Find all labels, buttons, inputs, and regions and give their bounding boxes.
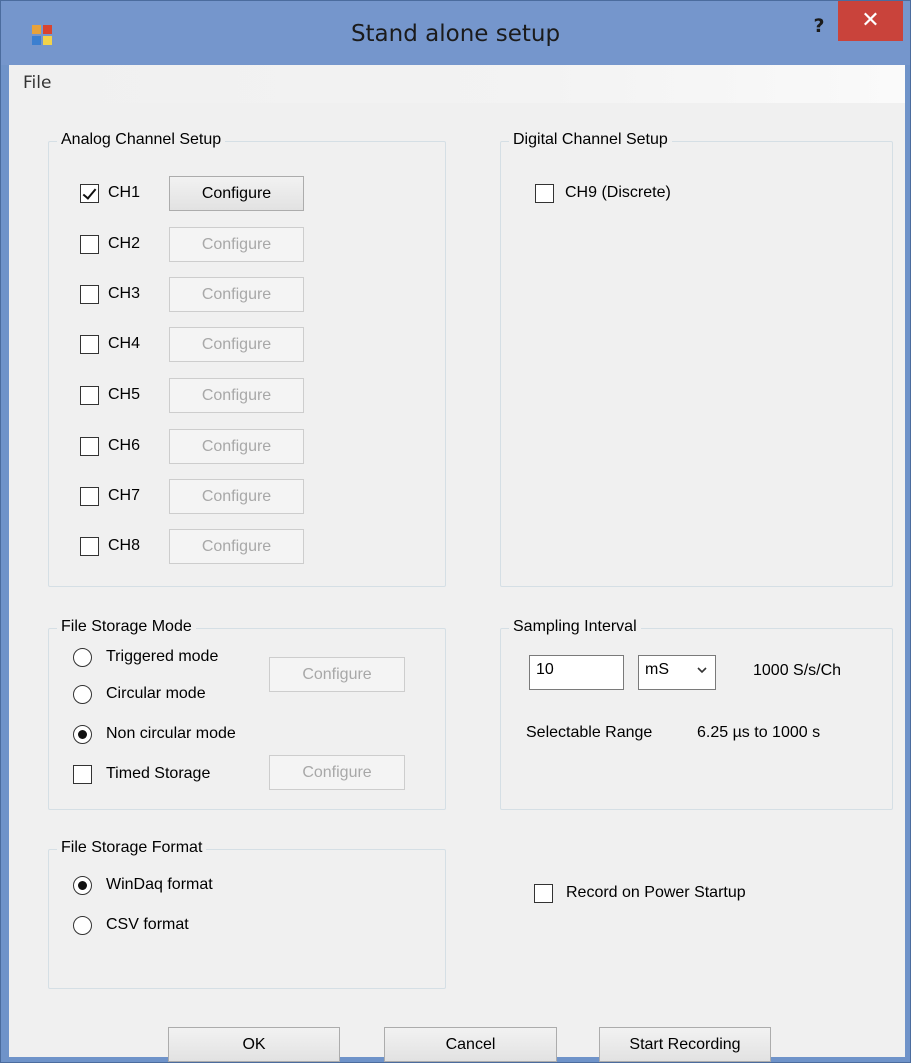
timed-storage-checkbox[interactable] bbox=[73, 765, 92, 784]
channel-label-2: CH2 bbox=[108, 235, 141, 252]
channel-checkbox-7[interactable] bbox=[80, 487, 99, 506]
channel-label-6: CH6 bbox=[108, 437, 141, 454]
channel-checkbox-6[interactable] bbox=[80, 437, 99, 456]
file-storage-mode-title: File Storage Mode bbox=[57, 618, 196, 636]
channel-checkbox-4[interactable] bbox=[80, 335, 99, 354]
non-circular-mode-label: Non circular mode bbox=[106, 725, 236, 742]
start-recording-button[interactable]: Start Recording bbox=[599, 1027, 771, 1062]
dialog-window: Stand alone setup ? ✕ File Analog Channe… bbox=[0, 0, 911, 1063]
analog-channel-title: Analog Channel Setup bbox=[57, 131, 226, 149]
channel-configure-button-2[interactable]: Configure bbox=[169, 227, 304, 262]
record-on-power-startup-label: Record on Power Startup bbox=[566, 884, 746, 901]
dialog-client-area: File Analog Channel Setup CH1 Configure CH… bbox=[9, 65, 905, 1062]
file-storage-format-title: File Storage Format bbox=[57, 839, 207, 857]
channel-configure-button-1[interactable]: Configure bbox=[169, 176, 304, 211]
channel-label-8: CH8 bbox=[108, 537, 141, 554]
channel-configure-button-7[interactable]: Configure bbox=[169, 479, 304, 514]
channel-label-1: CH1 bbox=[108, 184, 141, 201]
channel-configure-button-5[interactable]: Configure bbox=[169, 378, 304, 413]
selectable-range-value: 6.25 µs to 1000 s bbox=[697, 724, 821, 741]
sampling-interval-title: Sampling Interval bbox=[509, 618, 641, 636]
channel-checkbox-5[interactable] bbox=[80, 386, 99, 405]
triggered-mode-radio[interactable] bbox=[73, 648, 92, 667]
selectable-range-label: Selectable Range bbox=[526, 724, 653, 741]
help-button[interactable]: ? bbox=[807, 11, 831, 41]
timed-storage-label: Timed Storage bbox=[106, 765, 211, 782]
sampling-interval-group: Sampling Interval 10 mS 1000 S/s/Ch Sele… bbox=[500, 618, 893, 810]
ch9-label: CH9 (Discrete) bbox=[565, 184, 671, 201]
csv-format-label: CSV format bbox=[106, 916, 189, 933]
channel-label-7: CH7 bbox=[108, 487, 141, 504]
menu-file[interactable]: File bbox=[23, 73, 51, 93]
ok-button[interactable]: OK bbox=[168, 1027, 340, 1062]
digital-channel-title: Digital Channel Setup bbox=[509, 131, 672, 149]
record-on-power-startup-checkbox[interactable] bbox=[534, 884, 553, 903]
channel-checkbox-2[interactable] bbox=[80, 235, 99, 254]
csv-format-radio[interactable] bbox=[73, 916, 92, 935]
non-circular-mode-radio[interactable] bbox=[73, 725, 92, 744]
file-storage-format-group: File Storage Format WinDaq format CSV fo… bbox=[48, 839, 446, 989]
sampling-interval-input[interactable]: 10 bbox=[529, 655, 624, 690]
channel-label-4: CH4 bbox=[108, 335, 141, 352]
digital-channel-group: Digital Channel Setup CH9 (Discrete) bbox=[500, 131, 893, 587]
channel-configure-button-4[interactable]: Configure bbox=[169, 327, 304, 362]
timed-configure-button[interactable]: Configure bbox=[269, 755, 405, 790]
analog-channel-group: Analog Channel Setup CH1 Configure CH2 Conf… bbox=[48, 131, 446, 587]
chevron-down-icon bbox=[697, 667, 707, 674]
file-storage-mode-group: File Storage Mode Triggered mode Circula… bbox=[48, 618, 446, 810]
channel-checkbox-3[interactable] bbox=[80, 285, 99, 304]
circular-mode-radio[interactable] bbox=[73, 685, 92, 704]
windaq-format-radio[interactable] bbox=[73, 876, 92, 895]
channel-checkbox-8[interactable] bbox=[80, 537, 99, 556]
window-title: Stand alone setup bbox=[350, 21, 561, 47]
mode-configure-button[interactable]: Configure bbox=[269, 657, 405, 692]
channel-configure-button-6[interactable]: Configure bbox=[169, 429, 304, 464]
circular-mode-label: Circular mode bbox=[106, 685, 206, 702]
windaq-format-label: WinDaq format bbox=[106, 876, 213, 893]
sampling-unit-value: mS bbox=[645, 661, 669, 678]
channel-label-3: CH3 bbox=[108, 285, 141, 302]
sampling-unit-select[interactable]: mS bbox=[638, 655, 716, 690]
channel-configure-button-3[interactable]: Configure bbox=[169, 277, 304, 312]
triggered-mode-label: Triggered mode bbox=[106, 648, 219, 665]
ch9-checkbox[interactable] bbox=[535, 184, 554, 203]
title-bar: Stand alone setup ? ✕ bbox=[1, 1, 910, 65]
menu-bar: File bbox=[9, 65, 905, 103]
channel-configure-button-8[interactable]: Configure bbox=[169, 529, 304, 564]
channel-label-5: CH5 bbox=[108, 386, 141, 403]
close-button[interactable]: ✕ bbox=[838, 1, 903, 41]
cancel-button[interactable]: Cancel bbox=[384, 1027, 557, 1062]
channel-checkbox-1[interactable] bbox=[80, 184, 99, 203]
sampling-rate-text: 1000 S/s/Ch bbox=[753, 662, 842, 679]
